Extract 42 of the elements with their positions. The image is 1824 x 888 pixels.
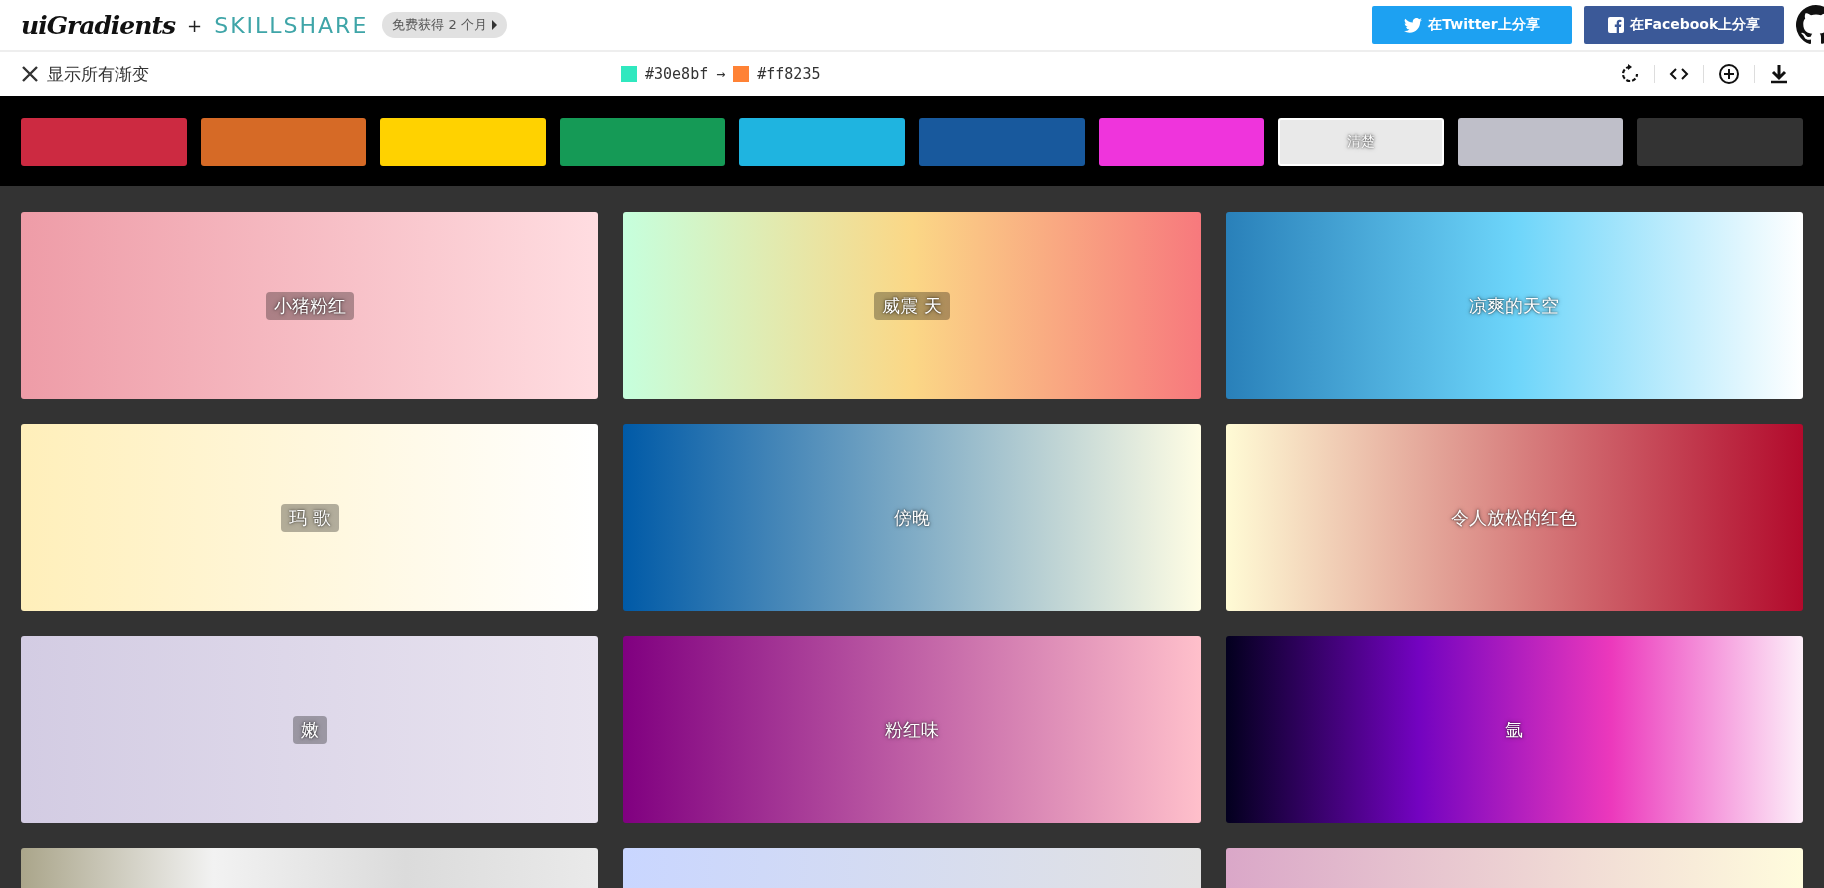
hex-code: #30e8bf — [645, 65, 709, 83]
gradient-name: 傍晚 — [893, 505, 931, 530]
color-filter[interactable]: 清楚 — [1278, 118, 1444, 166]
share-button[interactable]: 在Facebook上分享 — [1584, 6, 1784, 44]
caret-icon — [491, 20, 497, 30]
plus-sign: + — [187, 14, 203, 36]
promo-badge[interactable]: 免费获得 2 个月 — [382, 12, 507, 38]
gradient-card[interactable]: 粉红味 — [623, 636, 1201, 823]
color-filter[interactable] — [1637, 118, 1803, 166]
arrow-sign: → — [716, 65, 726, 83]
gradient-name: 粉红味 — [884, 717, 940, 742]
gradient-card[interactable]: 玛 歌 — [21, 424, 599, 611]
hex-code: #ff8235 — [757, 65, 821, 83]
gradient-card[interactable]: 令人放松的红色 — [1225, 424, 1803, 611]
gradient-name: 令人放松的红色 — [1450, 505, 1579, 530]
gradient-card[interactable]: 傍晚 — [623, 424, 1201, 611]
color-filter[interactable] — [380, 118, 546, 166]
color-filter[interactable] — [1098, 118, 1265, 166]
gradient-card[interactable]: 小猪粉红 — [21, 212, 599, 399]
color-filter[interactable] — [200, 118, 367, 166]
share-button[interactable]: 在Twitter上分享 — [1372, 6, 1572, 44]
logo[interactable]: uiGradients — [21, 10, 176, 40]
color-filter[interactable] — [559, 118, 726, 166]
gradient-name: 凉爽的天空 — [1468, 293, 1561, 318]
color-filter[interactable] — [21, 118, 187, 166]
facebook-icon — [1607, 17, 1624, 33]
show-all-button[interactable]: 显示所有渐变 — [21, 62, 621, 86]
color-filter[interactable] — [739, 118, 905, 166]
gradient-card[interactable]: 嫩 — [21, 636, 599, 823]
gradient-name: 威震 天 — [874, 291, 950, 320]
gradient-name: 嫩 — [292, 715, 327, 744]
gradient-name: 小猪粉红 — [265, 291, 354, 320]
bird-icon — [1404, 17, 1423, 33]
github-icon[interactable] — [1796, 5, 1824, 45]
close-icon — [21, 65, 39, 83]
gradient-card[interactable]: 威震 天 — [623, 212, 1201, 399]
color-filter[interactable] — [919, 118, 1085, 166]
partner-logo[interactable]: SKILLSHARE — [214, 12, 369, 38]
gradient-card[interactable]: 氩 — [1225, 636, 1803, 823]
gradient-name: 玛 歌 — [280, 503, 339, 532]
color-filter[interactable] — [1457, 118, 1624, 166]
gradient-name: 氩 — [1504, 717, 1525, 742]
